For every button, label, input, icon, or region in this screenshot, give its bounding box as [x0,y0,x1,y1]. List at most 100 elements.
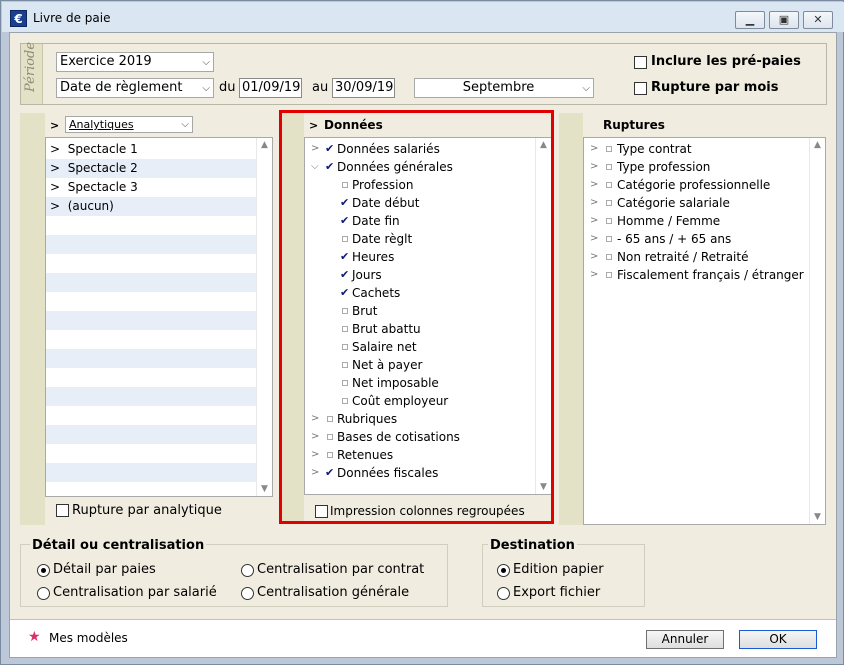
unchecked-box-icon[interactable] [606,236,612,242]
inclure-prepaies-checkbox[interactable] [634,56,647,69]
empty-row [46,273,256,292]
expand-chevron-icon[interactable]: > [590,230,598,248]
au-label: au [312,80,329,95]
close-button[interactable]: ✕ [803,11,833,29]
unchecked-box-icon[interactable] [606,182,612,188]
scroll-down-icon[interactable]: ▼ [810,510,825,524]
expand-chevron-icon: > [50,199,61,213]
mes-modeles-link[interactable]: Mes modèles [49,631,128,645]
list-item-label: Spectacle 1 [67,142,138,156]
scroll-down-icon[interactable]: ▼ [257,482,272,496]
list-item[interactable]: > Spectacle 2 [46,159,256,178]
scroll-up-icon[interactable]: ▲ [257,138,272,152]
expand-chevron-icon[interactable]: > [590,176,598,194]
tree-item-label: - 65 ans / + 65 ans [617,232,732,246]
chevron-down-icon: ⌵ [202,57,210,68]
expand-chevron-icon[interactable]: > [50,119,59,132]
list-item-label: Spectacle 2 [67,161,138,175]
rupture-mois-label: Rupture par mois [651,80,779,95]
empty-row [46,292,256,311]
maximize-button[interactable]: ▣ [769,11,799,29]
unchecked-box-icon[interactable] [606,200,612,206]
unchecked-box-icon[interactable] [606,254,612,260]
analytique-select[interactable]: Analytiques ⌵ [65,116,193,133]
tree-item-label: Catégorie professionnelle [617,178,771,192]
window: € Livre de paie ▁ ▣ ✕ Période Exercice 2… [0,0,844,665]
centralisation-salarie-label: Centralisation par salarié [53,585,217,600]
ruptures-title: Ruptures [603,118,665,132]
rupture-mois-checkbox[interactable] [634,82,647,95]
date-type-value: Date de règlement [60,80,183,95]
cancel-button[interactable]: Annuler [646,630,724,649]
export-fichier-radio[interactable] [497,587,510,600]
detail-par-paies-radio[interactable] [37,564,50,577]
tree-item-label: Type contrat [617,142,692,156]
tree-item[interactable]: > Non retraité / Retraité [584,248,808,266]
detail-par-paies-label: Détail par paies [53,562,156,577]
empty-row [46,444,256,463]
destination-group: Destination Edition papier Export fichie… [482,538,645,607]
ok-button[interactable]: OK [739,630,817,649]
du-label: du [219,80,236,95]
tree-item-label: Homme / Femme [617,214,721,228]
tree-item[interactable]: > Catégorie professionnelle [584,176,808,194]
list-item[interactable]: > Spectacle 3 [46,178,256,197]
tree-item[interactable]: > Fiscalement français / étranger [584,266,808,284]
tree-item-label: Fiscalement français / étranger [617,268,804,282]
destination-title: Destination [488,538,577,553]
scroll-up-icon[interactable]: ▲ [810,138,825,152]
empty-row [46,368,256,387]
tree-item[interactable]: > Type contrat [584,140,808,158]
tree-item[interactable]: > Type profession [584,158,808,176]
chevron-down-icon: ⌵ [181,119,189,130]
list-item[interactable]: > Spectacle 1 [46,140,256,159]
empty-row [46,254,256,273]
list-item-label: Spectacle 3 [67,180,138,194]
analytique-scrollbar[interactable]: ▲ ▼ [256,138,272,496]
periode-side-strip: Période [21,42,43,104]
analytique-list: > Spectacle 1 > Spectacle 2 > Spectacle … [45,137,273,497]
empty-row [46,425,256,444]
expand-chevron-icon[interactable]: > [590,194,598,212]
ruptures-tree: ▲ ▼ > Type contrat > Type profession > Catégo… [583,137,826,525]
centralisation-contrat-radio[interactable] [241,564,254,577]
minimize-button[interactable]: ▁ [735,11,765,29]
unchecked-box-icon[interactable] [606,272,612,278]
date-type-select[interactable]: Date de règlement ⌵ [56,78,214,98]
empty-row [46,387,256,406]
rupture-analytique-checkbox[interactable] [56,504,69,517]
ruptures-strip [559,113,583,525]
tree-item-label: Type profession [617,160,711,174]
tree-item[interactable]: > Catégorie salariale [584,194,808,212]
ruptures-header: Ruptures [583,113,827,137]
exercice-select[interactable]: Exercice 2019 ⌵ [56,52,214,72]
empty-row [46,406,256,425]
chevron-down-icon: ⌵ [202,83,210,94]
month-select[interactable]: Septembre ⌵ [414,78,594,98]
expand-chevron-icon[interactable]: > [590,212,598,230]
unchecked-box-icon[interactable] [606,164,612,170]
expand-chevron-icon[interactable]: > [590,158,598,176]
date-from-input[interactable]: 01/09/19 [239,78,302,98]
empty-row [46,216,256,235]
ruptures-scrollbar[interactable]: ▲ ▼ [809,138,825,524]
expand-chevron-icon[interactable]: > [590,248,598,266]
export-fichier-label: Export fichier [513,585,601,600]
list-item-label: (aucun) [67,199,114,213]
edition-papier-label: Edition papier [513,562,604,577]
list-item[interactable]: > (aucun) [46,197,256,216]
unchecked-box-icon[interactable] [606,218,612,224]
date-to-input[interactable]: 30/09/19 [332,78,395,98]
centralisation-generale-radio[interactable] [241,587,254,600]
highlight-box [279,110,554,524]
centralisation-salarie-radio[interactable] [37,587,50,600]
empty-row [46,349,256,368]
analytique-select-value: Analytiques [69,118,134,131]
edition-papier-radio[interactable] [497,564,510,577]
tree-item[interactable]: > - 65 ans / + 65 ans [584,230,808,248]
unchecked-box-icon[interactable] [606,146,612,152]
tree-item[interactable]: > Homme / Femme [584,212,808,230]
rupture-analytique-label: Rupture par analytique [72,503,222,518]
expand-chevron-icon[interactable]: > [590,140,598,158]
expand-chevron-icon[interactable]: > [590,266,598,284]
